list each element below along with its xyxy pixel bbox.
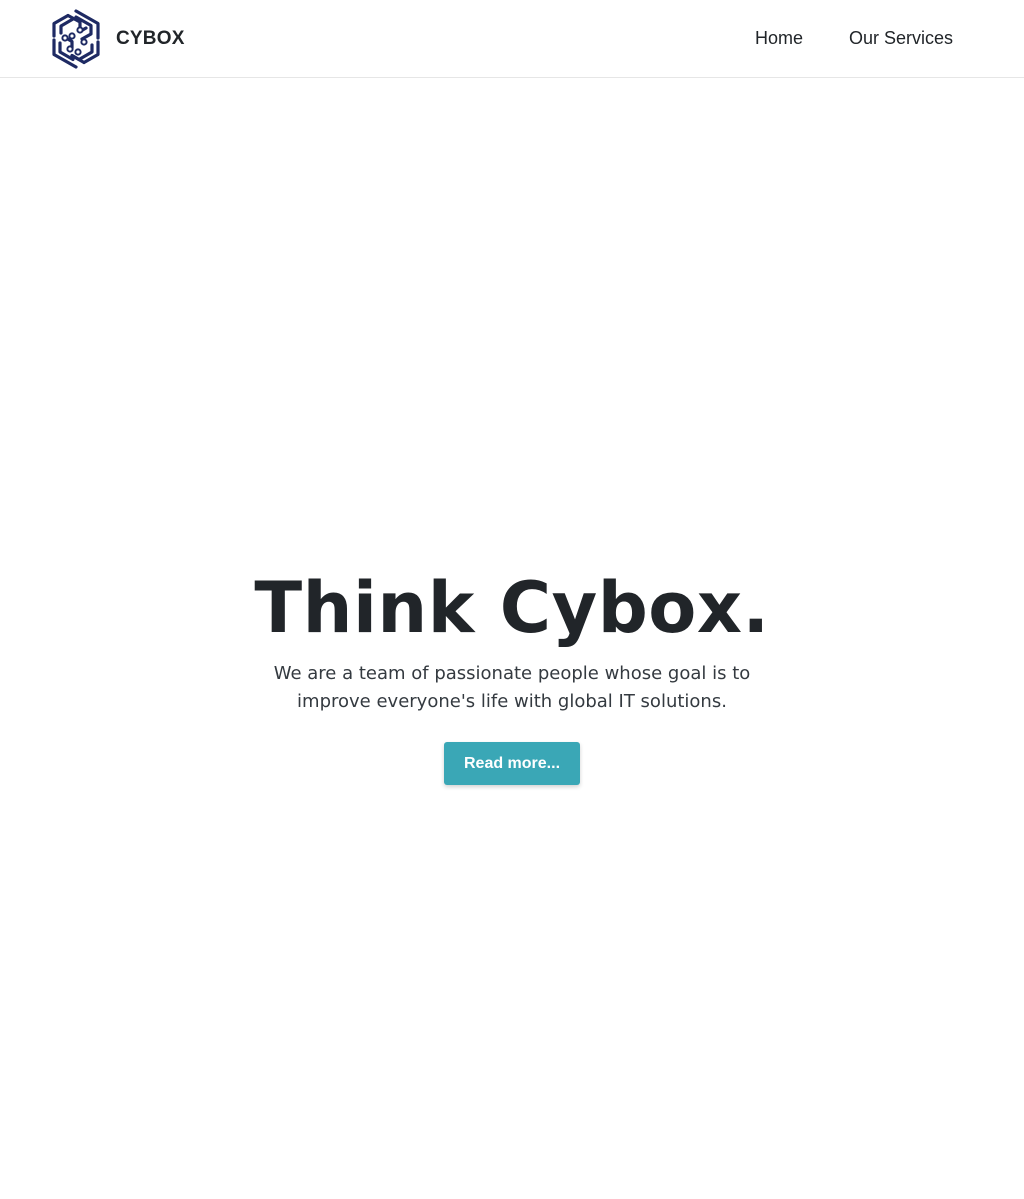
nav-link-our-services[interactable]: Our Services xyxy=(849,28,953,49)
hero-subtitle: We are a team of passionate people whose… xyxy=(273,663,751,712)
main-nav: Home Our Services xyxy=(755,0,953,77)
brand-link[interactable]: CYBOX xyxy=(48,8,185,70)
hero-section: Think Cybox. We are a team of passionate… xyxy=(0,560,1024,785)
hero-title: Think Cybox. xyxy=(254,567,770,649)
brand-name: CYBOX xyxy=(116,28,185,49)
navbar: CYBOX Home Our Services xyxy=(0,0,1024,78)
hexagon-circuit-logo-icon xyxy=(48,8,104,70)
nav-link-home[interactable]: Home xyxy=(755,28,803,49)
read-more-button[interactable]: Read more... xyxy=(443,742,581,785)
